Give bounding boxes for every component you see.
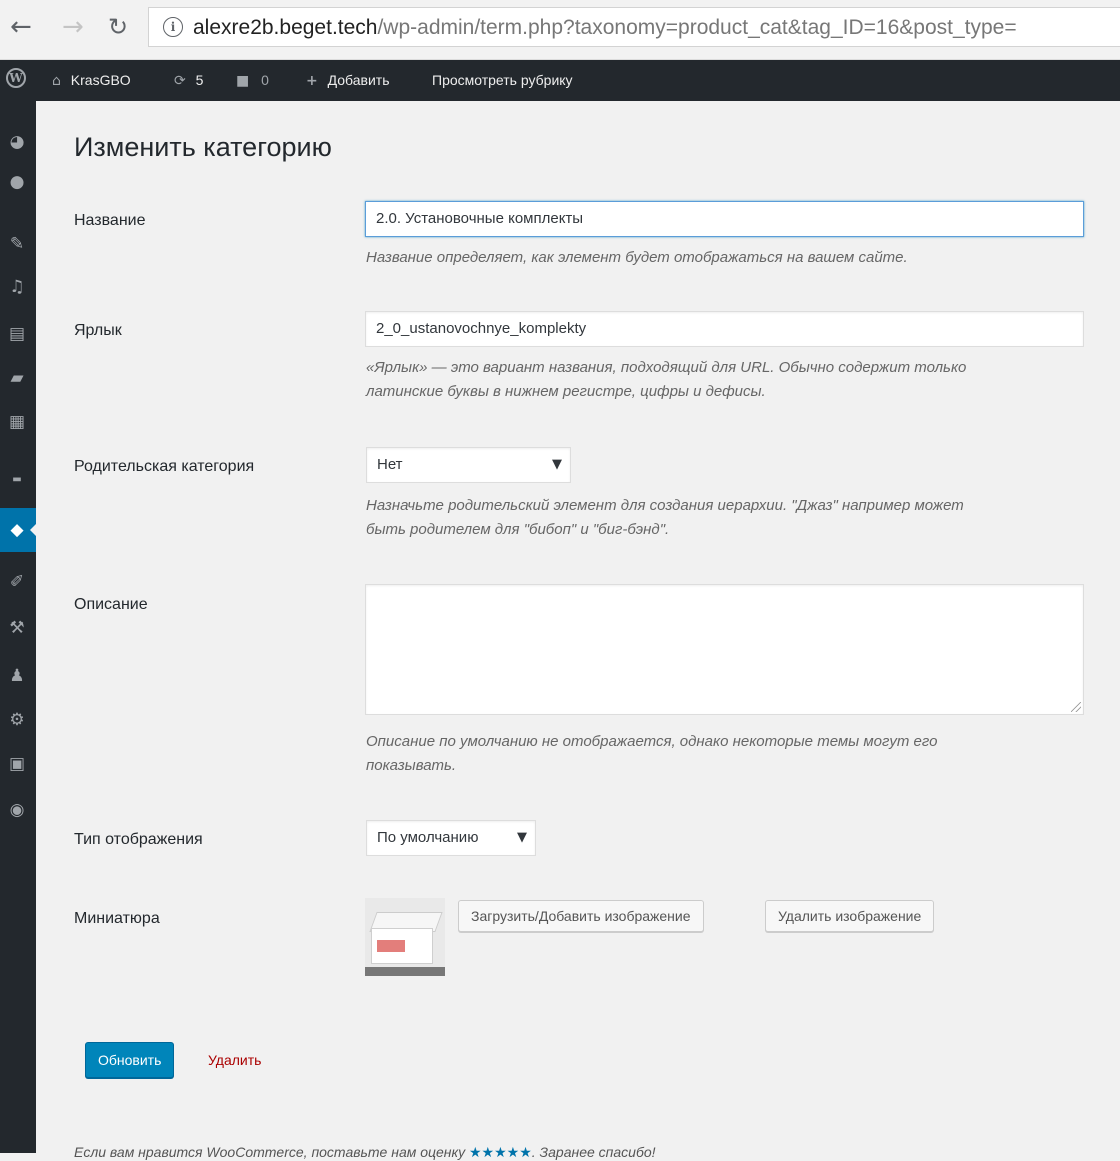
address-bar[interactable]: i alexre2b.beget.tech/wp-admin/term.php?… <box>148 7 1120 47</box>
thumbnail-label: Миниатюра <box>74 910 160 927</box>
slug-label: Ярлык <box>74 322 122 339</box>
media-icon[interactable]: ♫ <box>6 276 28 298</box>
woocommerce-icon[interactable]: ▬ <box>6 469 28 491</box>
description-textarea[interactable] <box>365 584 1084 715</box>
parent-select[interactable]: Нет ▼ <box>366 447 571 483</box>
add-new-label: Добавить <box>327 72 390 88</box>
thumbnail-image <box>365 898 445 976</box>
site-name: KrasGBO <box>70 72 131 88</box>
resize-handle-icon[interactable] <box>1071 702 1081 712</box>
upload-image-button[interactable]: Загрузить/Добавить изображение <box>458 900 704 932</box>
forms-icon[interactable]: ▦ <box>6 411 28 433</box>
slug-input[interactable]: 2_0_ustanovochnye_komplekty <box>365 311 1084 347</box>
pages-icon[interactable]: ▤ <box>6 323 28 345</box>
plus-icon: + <box>306 73 318 89</box>
slug-description: «Ярлык» — это вариант названия, подходящ… <box>366 356 1096 404</box>
thumbnail-box-label <box>377 940 405 952</box>
parent-label: Родительская категория <box>74 458 255 475</box>
updates-icon: ⟳ <box>174 73 186 89</box>
parent-description-line-2: быть родителем для "бибоп" и "биг-бэнд". <box>366 521 670 538</box>
update-button[interactable]: Обновить <box>85 1042 175 1078</box>
footer-text-after: . Заранее спасибо! <box>531 1144 656 1160</box>
dashboard-icon[interactable]: ◕ <box>6 131 28 153</box>
description-hint-line-1: Описание по умолчанию не отображается, о… <box>366 733 938 750</box>
rating-stars[interactable]: ★★★★★ <box>469 1145 532 1161</box>
url-text: alexre2b.beget.tech/wp-admin/term.php?ta… <box>193 16 1017 40</box>
tools-icon[interactable]: ⚙ <box>6 709 28 731</box>
comment-icon: ■ <box>236 73 250 89</box>
display-type-select[interactable]: По умолчанию ▼ <box>366 820 536 856</box>
parent-description: Назначьте родительский элемент для созда… <box>366 494 1096 542</box>
description-label: Описание <box>74 596 148 613</box>
page-title: Изменить категорию <box>74 132 332 162</box>
active-indicator <box>30 523 37 537</box>
parent-description-line-1: Назначьте родительский элемент для созда… <box>366 497 964 514</box>
comments-count: 0 <box>261 72 269 88</box>
home-icon: ⌂ <box>52 73 61 89</box>
thumbnail-caption-bar <box>365 967 445 976</box>
wordpress-logo-icon[interactable]: W <box>6 68 26 88</box>
collapse-menu-icon[interactable]: ◉ <box>6 799 28 821</box>
back-arrow-icon[interactable]: ← <box>10 12 32 42</box>
remove-image-button[interactable]: Удалить изображение <box>765 900 935 932</box>
admin-bar-add-new[interactable]: + Добавить <box>306 60 390 101</box>
sidebar-item-products[interactable]: ◆ <box>0 508 37 552</box>
url-path: /wp-admin/term.php?taxonomy=product_cat&… <box>377 16 1017 39</box>
admin-bar: W ⌂ KrasGBO ⟳ 5 ■ 0 + Добавить Просмотре… <box>0 60 1120 101</box>
display-type-selected-value: По умолчанию <box>377 829 479 846</box>
url-host: alexre2b.beget.tech <box>193 16 378 39</box>
admin-sidebar: ◕ ● ✎ ♫ ▤ ▰ ▦ ▬ ◆ ✐ ⚒ ♟ ⚙ ▣ ◉ <box>0 101 37 1153</box>
slug-description-line-2: латинские буквы в нижнем регистре, цифры… <box>366 383 766 400</box>
info-icon[interactable]: i <box>163 17 183 37</box>
description-hint-line-2: показывать. <box>366 757 457 774</box>
dropdown-arrow-icon: ▼ <box>517 830 527 845</box>
admin-bar-view-category[interactable]: Просмотреть рубрику <box>432 60 573 101</box>
display-type-label: Тип отображения <box>74 831 203 848</box>
users-icon[interactable]: ♟ <box>6 665 28 687</box>
posts-pin-icon[interactable]: ✎ <box>6 233 28 255</box>
updates-count: 5 <box>195 72 204 88</box>
plugins-icon[interactable]: ⚒ <box>6 617 28 639</box>
admin-bar-comments[interactable]: ■ 0 <box>236 60 269 101</box>
name-description: Название определяет, как элемент будет о… <box>366 249 908 266</box>
delete-link[interactable]: Удалить <box>208 1052 261 1068</box>
jetpack-icon[interactable]: ● <box>6 171 28 193</box>
dropdown-arrow-icon: ▼ <box>552 457 562 472</box>
slug-description-line-1: «Ярлык» — это вариант названия, подходящ… <box>366 359 967 376</box>
name-input[interactable]: 2.0. Установочные комплекты <box>365 201 1084 237</box>
view-category-label: Просмотреть рубрику <box>432 72 573 88</box>
description-hint: Описание по умолчанию не отображается, о… <box>366 730 1096 778</box>
browser-toolbar: ← → ↻ i alexre2b.beget.tech/wp-admin/ter… <box>0 0 1120 60</box>
products-box-icon: ◆ <box>10 520 24 540</box>
settings-icon[interactable]: ▣ <box>6 753 28 775</box>
admin-bar-site[interactable]: ⌂ KrasGBO <box>52 60 131 101</box>
forward-arrow-icon[interactable]: → <box>62 12 84 42</box>
name-label: Название <box>74 212 146 229</box>
appearance-icon[interactable]: ✐ <box>6 571 28 593</box>
reload-icon[interactable]: ↻ <box>108 12 128 42</box>
footer-text-before: Если вам нравится WooCommerce, поставьте… <box>74 1144 469 1160</box>
comments-icon[interactable]: ▰ <box>6 367 28 389</box>
parent-selected-value: Нет <box>377 456 403 473</box>
admin-bar-updates[interactable]: ⟳ 5 <box>174 60 203 101</box>
